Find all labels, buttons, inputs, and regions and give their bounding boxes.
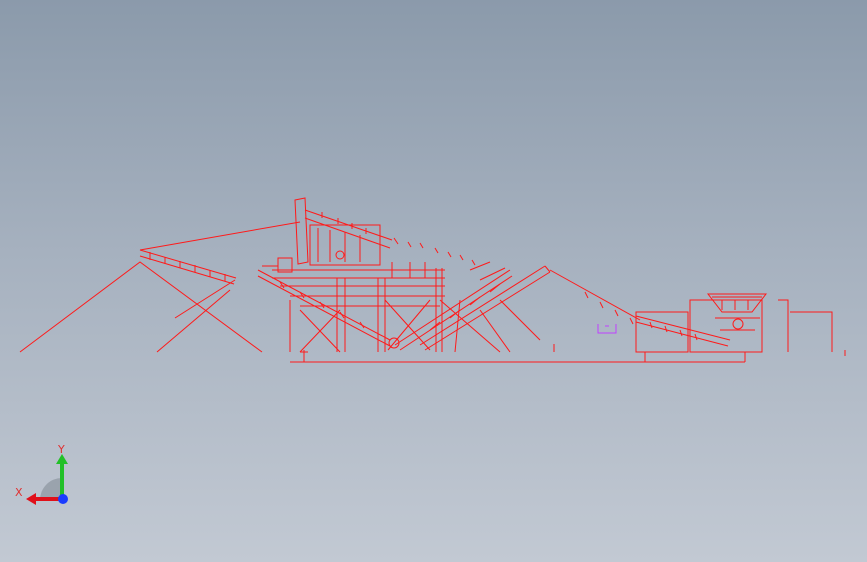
graphics-viewport[interactable]: Y X [0, 0, 867, 562]
feeder-hopper-unit [635, 293, 833, 353]
stacker-conveyor-right [549, 269, 641, 325]
z-axis-dot [58, 494, 68, 504]
x-axis-label: X [15, 486, 23, 499]
selection-marker[interactable] [597, 324, 617, 334]
product-conveyors-right [394, 261, 551, 353]
vibrating-screen [294, 197, 476, 266]
y-axis-label: Y [57, 443, 65, 456]
view-orientation-triad[interactable]: Y X [10, 440, 80, 520]
x-axis-arrowhead [26, 493, 36, 505]
plant-elevation-drawing[interactable] [0, 0, 867, 562]
